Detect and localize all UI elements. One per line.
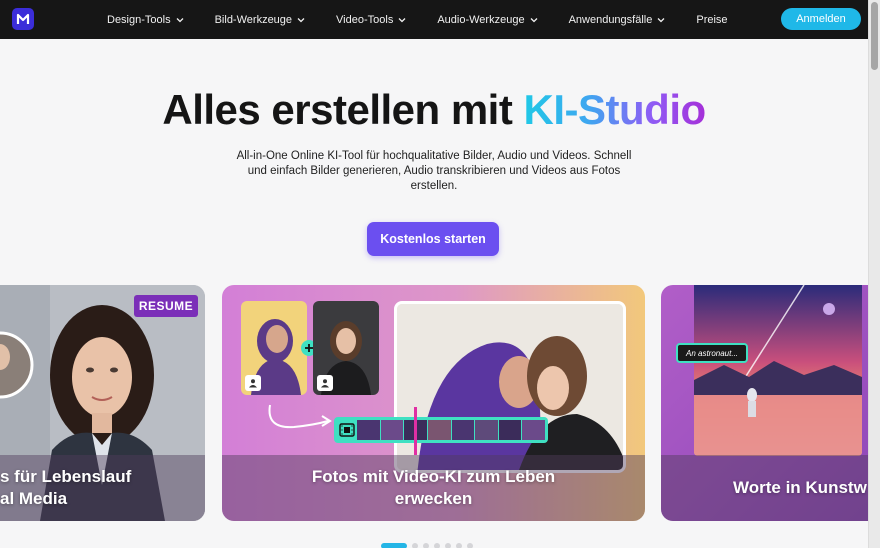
menu-item-label: Preise <box>696 13 728 26</box>
card-title: Fotos mit Video-KI zum Leben erwecken <box>222 466 645 510</box>
source-photo-2 <box>313 301 379 395</box>
menu-item-label: Audio-Werkzeuge <box>437 13 525 26</box>
user-icon <box>245 375 261 391</box>
page-title: Alles erstellen mit KI-Studio <box>0 86 868 134</box>
feature-card-photo-to-video[interactable]: Fotos mit Video-KI zum Leben erwecken <box>222 285 645 521</box>
chevron-down-icon <box>657 17 665 22</box>
menu-item-video-tools[interactable]: Video-Tools <box>336 14 406 26</box>
start-free-button[interactable]: Kostenlos starten <box>367 222 499 256</box>
carousel-dot[interactable] <box>423 543 429 548</box>
card-title-line: erwecken <box>394 489 473 508</box>
carousel-pagination <box>381 543 478 548</box>
card-title-line: Fotos mit Video-KI zum Leben <box>311 467 556 486</box>
hero-subtitle: All-in-One Online KI-Tool für hochqualit… <box>236 150 632 192</box>
logo-icon[interactable] <box>12 8 34 30</box>
chevron-down-icon <box>530 17 538 22</box>
carousel-dot[interactable] <box>434 543 440 548</box>
menu-item-anwendungsfaelle[interactable]: Anwendungsfälle <box>569 14 666 26</box>
feature-card-resume[interactable]: RESUME s für Lebenslauf al Media <box>0 285 205 521</box>
chevron-down-icon <box>176 17 184 22</box>
film-icon <box>337 420 357 440</box>
card-title-line: al Media <box>0 489 68 508</box>
page-scrollbar[interactable] <box>868 0 880 548</box>
carousel-dot[interactable] <box>445 543 451 548</box>
arrow-icon <box>268 404 332 429</box>
menu-item-label: Anwendungsfälle <box>568 13 653 26</box>
astronaut-image <box>694 285 862 456</box>
timeline-playhead[interactable] <box>414 407 417 455</box>
login-button[interactable]: Anmelden <box>781 8 861 30</box>
couple-image <box>397 304 623 470</box>
top-navigation: Design-Tools Bild-Werkzeuge Video-Tools … <box>0 0 868 39</box>
menu-item-label: Design-Tools <box>107 13 171 26</box>
feature-card-text-to-art[interactable]: An astronaut... Worte in Kunstw <box>661 285 880 521</box>
menu-item-label: Video-Tools <box>336 13 394 26</box>
chevron-down-icon <box>297 17 305 22</box>
astronaut-artwork <box>694 285 862 456</box>
source-photo-1 <box>241 301 307 395</box>
video-timeline <box>334 417 548 443</box>
menu-item-preise[interactable]: Preise <box>696 14 727 26</box>
user-icon <box>317 375 333 391</box>
carousel-dot[interactable] <box>467 543 473 548</box>
card-title: Worte in Kunstw <box>733 478 867 497</box>
video-preview <box>394 301 626 473</box>
carousel-dot[interactable] <box>412 543 418 548</box>
card-title: s für Lebenslauf al Media <box>0 466 131 510</box>
menu-item-audio-werkzeuge[interactable]: Audio-Werkzeuge <box>437 13 538 26</box>
chevron-down-icon <box>398 17 406 22</box>
menu-item-bild-werkzeuge[interactable]: Bild-Werkzeuge <box>215 14 305 26</box>
scrollbar-thumb[interactable] <box>871 2 878 70</box>
card-title-line: s für Lebenslauf <box>0 467 132 486</box>
menu-item-design-tools[interactable]: Design-Tools <box>107 14 184 26</box>
prompt-chip: An astronaut... <box>676 343 748 363</box>
carousel-dot[interactable] <box>456 543 462 548</box>
menu-item-label: Bild-Werkzeuge <box>214 13 293 26</box>
resume-badge: RESUME <box>134 295 198 317</box>
main-menu: Design-Tools Bild-Werkzeuge Video-Tools … <box>107 0 759 39</box>
carousel-dot-active[interactable] <box>381 543 407 548</box>
title-highlight: KI-Studio <box>523 86 707 133</box>
title-plain: Alles erstellen mit <box>162 86 524 133</box>
timeline-frames <box>357 420 545 440</box>
